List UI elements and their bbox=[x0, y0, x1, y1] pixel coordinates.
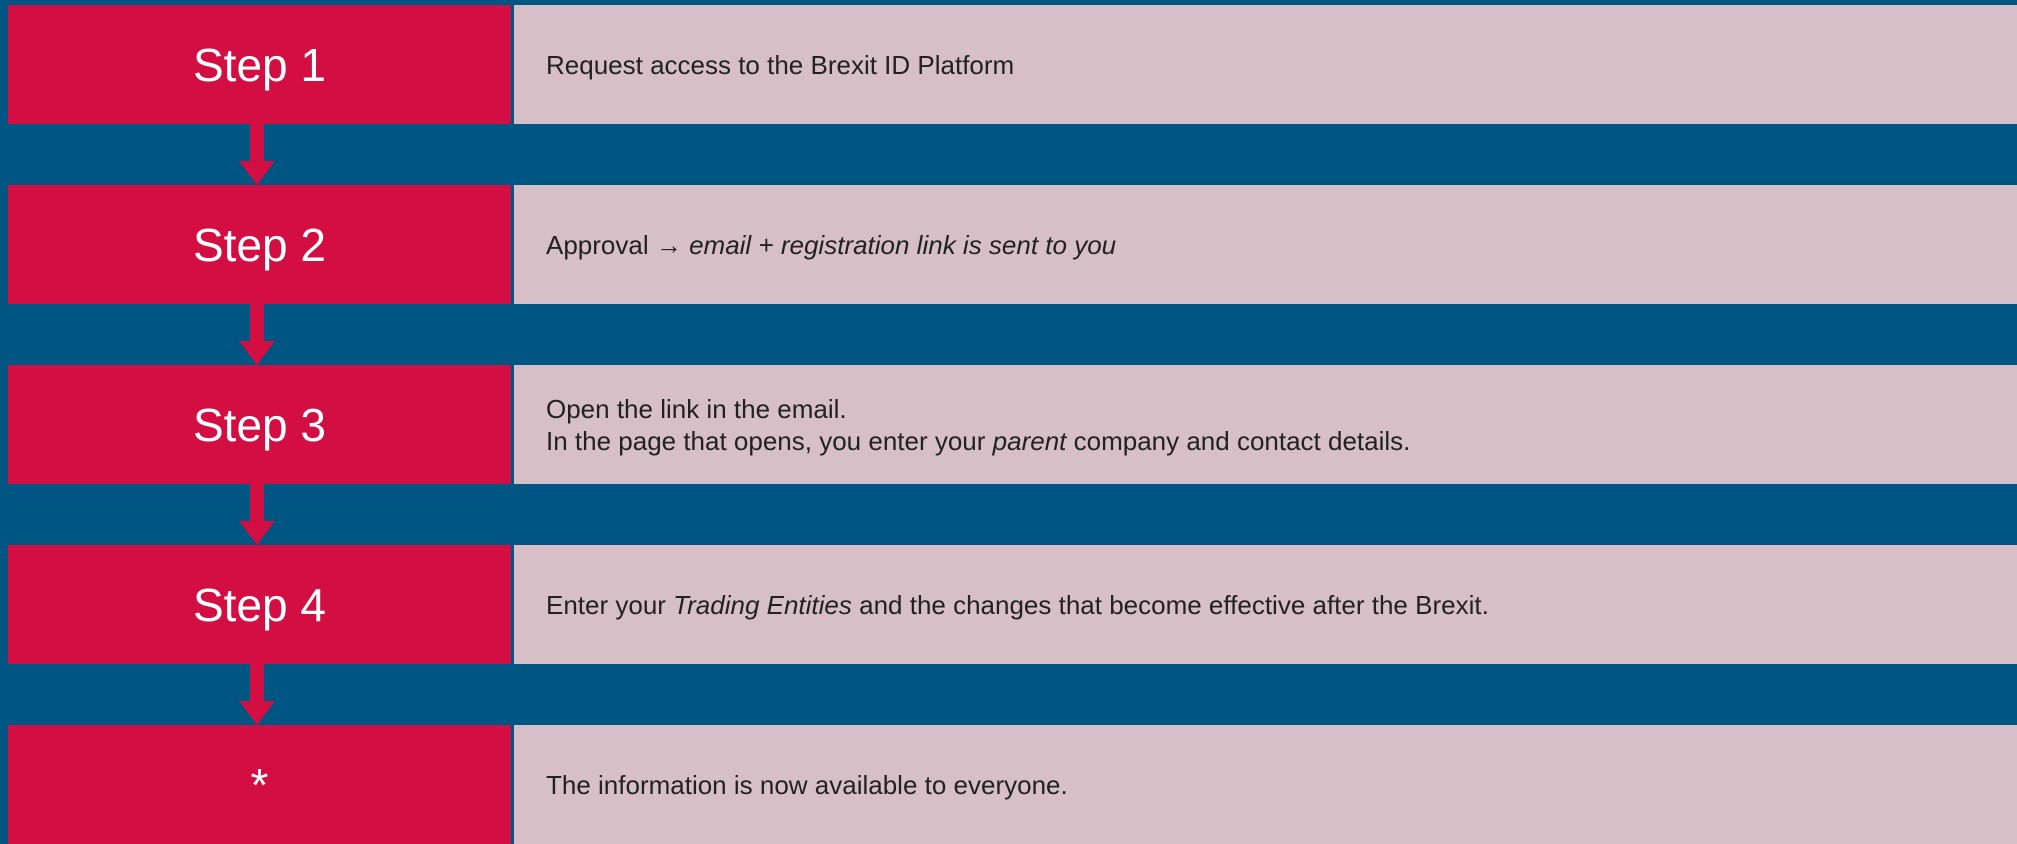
description-line: Enter your Trading Entities and the chan… bbox=[546, 589, 2017, 621]
step-row: Step 2 Approval → email + registration li… bbox=[8, 185, 2017, 304]
step-description: Enter your Trading Entities and the chan… bbox=[514, 545, 2017, 664]
text-segment: and the changes that become effective af… bbox=[851, 589, 1489, 620]
text-segment: In the page that opens, you enter your bbox=[546, 425, 993, 456]
text-segment: Trading Entities bbox=[673, 589, 852, 620]
arrow-down-icon bbox=[239, 161, 275, 185]
text-segment: Open the link in the email. bbox=[546, 393, 847, 424]
step-label: * bbox=[8, 725, 511, 844]
step-description: Request access to the Brexit ID Platform bbox=[514, 5, 2017, 124]
description-line: Open the link in the email. bbox=[546, 393, 2017, 425]
text-segment: company and contact details. bbox=[1066, 425, 1411, 456]
text-segment bbox=[682, 230, 689, 260]
text-segment: email + registration link is sent to you bbox=[689, 229, 1117, 260]
arrow-down-icon bbox=[239, 521, 275, 545]
step-row: Step 3 Open the link in the email. In the … bbox=[8, 365, 2017, 484]
step-row: Step 1 Request access to the Brexit ID Pl… bbox=[8, 5, 2017, 124]
step-label: Step 1 bbox=[8, 5, 511, 124]
text-segment: Request access to the Brexit ID Platform bbox=[546, 49, 1015, 80]
connector-line bbox=[250, 664, 264, 701]
text-segment: Enter your bbox=[546, 589, 674, 620]
step-label: Step 4 bbox=[8, 545, 511, 664]
arrow-down-icon bbox=[239, 701, 275, 725]
text-segment: parent bbox=[992, 425, 1067, 456]
description-line: The information is now available to ever… bbox=[546, 769, 2017, 801]
description-line: Request access to the Brexit ID Platform bbox=[546, 49, 2017, 81]
description-line: In the page that opens, you enter your p… bbox=[546, 425, 2017, 457]
arrow-down-icon bbox=[239, 341, 275, 365]
step-row: * The information is now available to eve… bbox=[8, 725, 2017, 844]
description-line: Approval → email + registration link is … bbox=[546, 229, 2017, 261]
arrow-right-icon: → bbox=[655, 229, 682, 260]
step-description: Approval → email + registration link is … bbox=[514, 185, 2017, 304]
connector-line bbox=[250, 484, 264, 521]
connector-line bbox=[250, 124, 264, 161]
text-segment: The information is now available to ever… bbox=[546, 769, 1068, 800]
step-description: The information is now available to ever… bbox=[514, 725, 2017, 844]
connector-line bbox=[250, 304, 264, 341]
step-label: Step 3 bbox=[8, 365, 511, 484]
step-row: Step 4 Enter your Trading Entities and th… bbox=[8, 545, 2017, 664]
text-segment: Approval bbox=[546, 229, 656, 260]
step-description: Open the link in the email. In the page t… bbox=[514, 365, 2017, 484]
step-label: Step 2 bbox=[8, 185, 511, 304]
